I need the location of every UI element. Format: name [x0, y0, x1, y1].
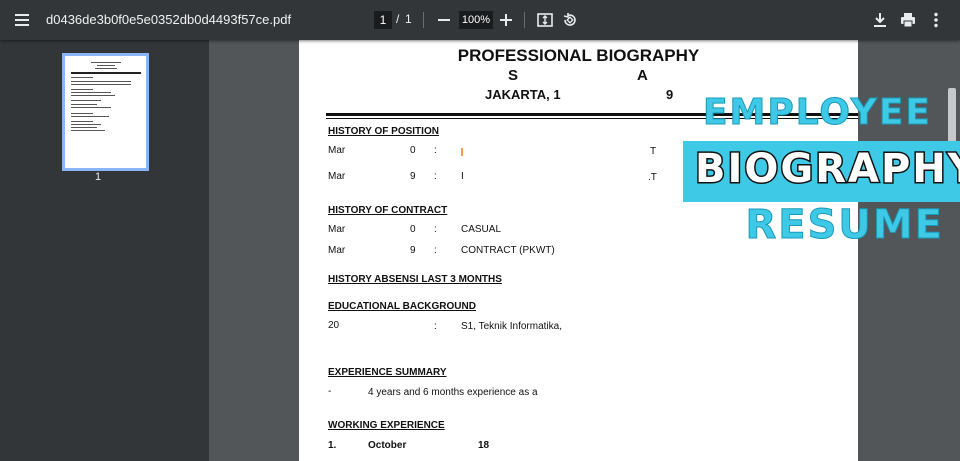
file-name: d0436de3b0f0e5e0352db0d4493f57ce.pdf — [46, 12, 292, 27]
thumbnail-sidebar: 1 — [0, 40, 209, 461]
resume-banner: EMPLOYEE BIOGRAPHY RESUME — [683, 92, 960, 252]
contract-row-1-colon: : — [434, 224, 437, 235]
highlight-mark — [461, 148, 463, 156]
section-heading-absensi: HISTORY ABSENSI LAST 3 MONTHS — [328, 274, 502, 285]
contract-row-2-value: CONTRACT (PKWT) — [461, 245, 555, 256]
contract-row-2-year: 9 — [410, 245, 416, 256]
subtitle-right: A — [637, 67, 648, 84]
menu-icon[interactable] — [12, 10, 32, 30]
banner-line-employee: EMPLOYEE — [702, 92, 932, 134]
contract-row-2-colon: : — [434, 245, 437, 256]
section-heading-working: WORKING EXPERIENCE — [328, 420, 445, 431]
pdf-toolbar: d0436de3b0f0e5e0352db0d4493f57ce.pdf 1 /… — [0, 0, 960, 40]
zoom-input[interactable]: 100% — [459, 11, 493, 29]
location-left: JAKARTA, 1 — [485, 87, 561, 102]
page-separator: / — [396, 12, 400, 26]
position-row-1-year: 0 — [410, 145, 416, 156]
working-row-month: October — [368, 440, 407, 451]
education-row-year: 20 — [328, 320, 340, 331]
position-row-1-month: Mar — [328, 145, 346, 156]
banner-line-biography: BIOGRAPHY — [694, 145, 960, 194]
toolbar-divider — [524, 12, 525, 28]
subtitle-left: S — [508, 67, 519, 84]
print-icon[interactable] — [898, 10, 918, 30]
more-vert-icon[interactable] — [926, 10, 946, 30]
position-row-2-value: I — [461, 171, 464, 182]
contract-row-1-value: CASUAL — [461, 224, 502, 235]
education-row-colon: : — [434, 321, 437, 332]
toolbar-divider — [423, 12, 424, 28]
contract-row-2-month: Mar — [328, 245, 346, 256]
section-heading-experience: EXPERIENCE SUMMARY — [328, 367, 447, 378]
working-row-year: 18 — [478, 440, 490, 451]
current-page-input[interactable]: 1 — [374, 11, 392, 29]
experience-row-value: 4 years and 6 months experience as a — [368, 387, 538, 398]
total-pages: 1 — [405, 12, 412, 26]
download-icon[interactable] — [870, 10, 890, 30]
position-row-2-tail: .T — [648, 172, 657, 183]
position-row-2-year: 9 — [410, 171, 416, 182]
zoom-out-icon[interactable] — [436, 10, 452, 30]
position-row-1-tail: T — [650, 146, 657, 157]
position-row-2-month: Mar — [328, 171, 346, 182]
position-row-1-colon: : — [434, 145, 437, 156]
banner-line-biography-tail: PHY — [879, 145, 960, 194]
zoom-in-icon[interactable] — [498, 10, 514, 30]
section-heading-contract: HISTORY OF CONTRACT — [328, 205, 448, 216]
section-heading-position: HISTORY OF POSITION — [328, 126, 439, 137]
thumbnail-page-number: 1 — [95, 171, 102, 183]
section-heading-education: EDUCATIONAL BACKGROUND — [328, 301, 476, 312]
position-row-2-colon: : — [434, 171, 437, 182]
page-thumbnail[interactable] — [62, 53, 149, 171]
document-title: PROFESSIONAL BIOGRAPHY — [457, 46, 700, 65]
working-row-num: 1. — [328, 440, 337, 451]
fit-page-icon[interactable] — [535, 10, 555, 30]
contract-row-1-month: Mar — [328, 224, 346, 235]
contract-row-1-year: 0 — [410, 224, 416, 235]
experience-row-dash: - — [328, 386, 332, 397]
education-row-value: S1, Teknik Informatika, — [461, 321, 562, 332]
rotate-icon[interactable] — [560, 10, 580, 30]
banner-line-biography-main: BIOGRA — [694, 145, 881, 194]
banner-line-resume: RESUME — [745, 202, 944, 249]
location-right: 9 — [666, 87, 674, 102]
